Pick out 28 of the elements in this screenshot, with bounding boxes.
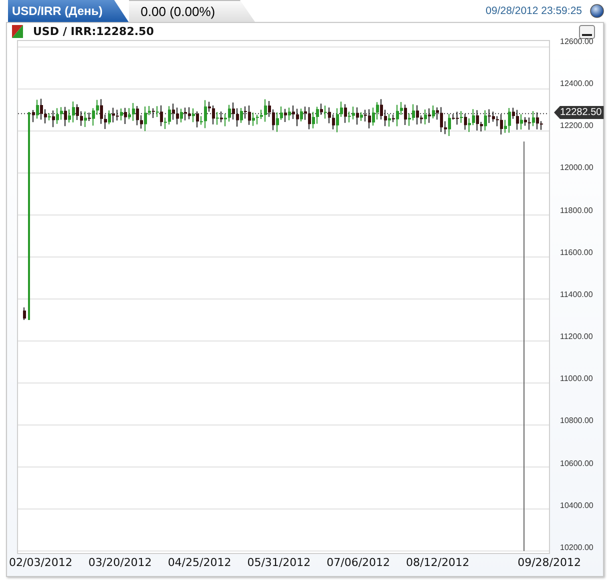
instrument-label: USD / IRR:12282.50 bbox=[33, 25, 154, 38]
y-axis-label: 11600.00 bbox=[560, 248, 594, 258]
candle-color-icon bbox=[12, 25, 23, 38]
y-axis-label: 10800.00 bbox=[560, 416, 594, 426]
y-axis-label: 12000.00 bbox=[560, 163, 594, 174]
current-price-tag: 12282.50 bbox=[554, 106, 604, 119]
y-axis-label: 11200.00 bbox=[560, 332, 594, 342]
y-axis-label: 11000.00 bbox=[560, 374, 594, 384]
minimize-icon[interactable] bbox=[579, 24, 595, 38]
x-axis-label: 03/20/2012 bbox=[88, 556, 152, 569]
x-axis-label: 08/12/2012 bbox=[406, 556, 470, 569]
chart-title-tab[interactable]: USD/IRR (День) bbox=[8, 0, 129, 22]
timestamp: 09/28/2012 23:59:25 bbox=[486, 5, 582, 17]
y-axis-label: 10400.00 bbox=[560, 500, 594, 511]
status-orb-icon[interactable] bbox=[590, 4, 604, 18]
y-axis-label: 11800.00 bbox=[560, 206, 594, 216]
y-axis-label: 11400.00 bbox=[560, 290, 594, 300]
x-axis-label: 02/03/2012 bbox=[9, 556, 72, 569]
x-axis-label: 07/06/2012 bbox=[326, 556, 390, 569]
x-axis-label: 09/28/2012 bbox=[518, 556, 581, 569]
x-axis-label: 05/31/2012 bbox=[247, 556, 311, 569]
y-axis-label: 12400.00 bbox=[560, 79, 594, 90]
y-axis-label: 10200.00 bbox=[560, 542, 594, 553]
candlestick bbox=[23, 306, 26, 320]
y-axis-label: 10600.00 bbox=[560, 458, 594, 469]
x-axis-label: 04/25/2012 bbox=[168, 556, 232, 569]
y-axis-label: 12600.00 bbox=[560, 37, 594, 47]
y-axis-label: 12200.00 bbox=[560, 121, 594, 132]
